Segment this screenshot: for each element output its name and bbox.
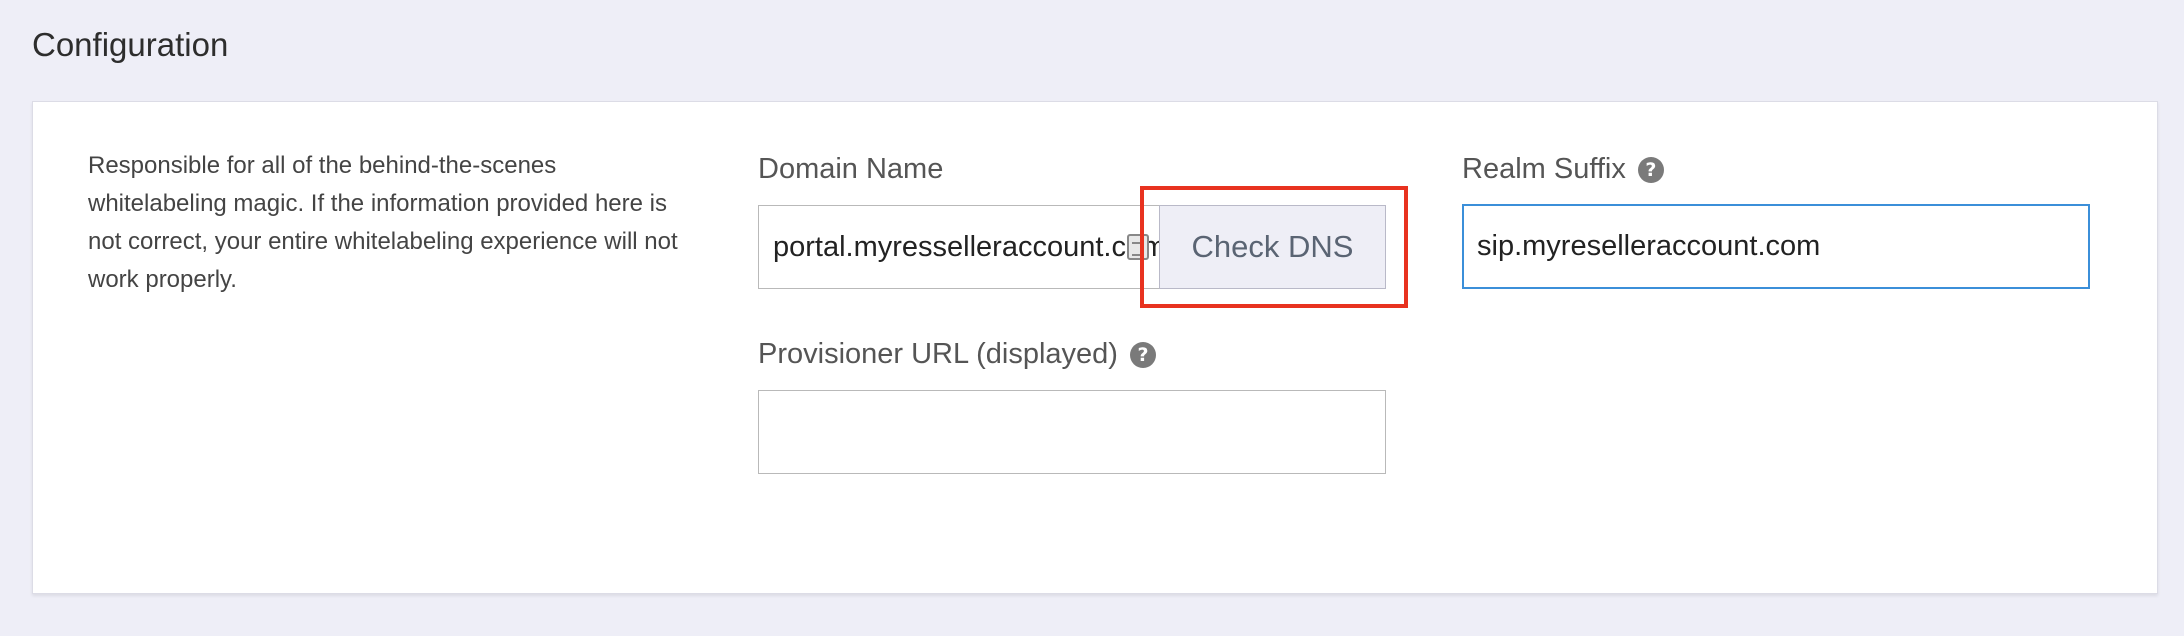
question-circle-icon[interactable]: ?: [1129, 341, 1156, 368]
realm-suffix-label: Realm Suffix ?: [1462, 153, 1664, 186]
domain-name-input[interactable]: portal.myresselleraccount.com: [758, 205, 1159, 289]
realm-suffix-value: sip.myreselleraccount.com: [1477, 230, 1821, 262]
domain-name-label: Domain Name: [758, 153, 943, 186]
domain-name-value: portal.myresselleraccount.com: [773, 230, 1159, 263]
autofill-icon[interactable]: [1127, 234, 1149, 260]
provisioner-url-label-text: Provisioner URL (displayed): [758, 338, 1118, 370]
realm-suffix-label-text: Realm Suffix: [1462, 153, 1626, 185]
provisioner-url-input[interactable]: [758, 390, 1386, 474]
realm-suffix-input[interactable]: sip.myreselleraccount.com: [1462, 204, 2090, 289]
question-circle-icon[interactable]: ?: [1637, 156, 1664, 183]
section-title: Configuration: [32, 26, 229, 63]
section-description: Responsible for all of the behind-the-sc…: [88, 152, 678, 293]
domain-name-label-text: Domain Name: [758, 153, 944, 185]
provisioner-url-label: Provisioner URL (displayed) ?: [758, 338, 1156, 371]
check-dns-button[interactable]: Check DNS: [1159, 205, 1386, 289]
